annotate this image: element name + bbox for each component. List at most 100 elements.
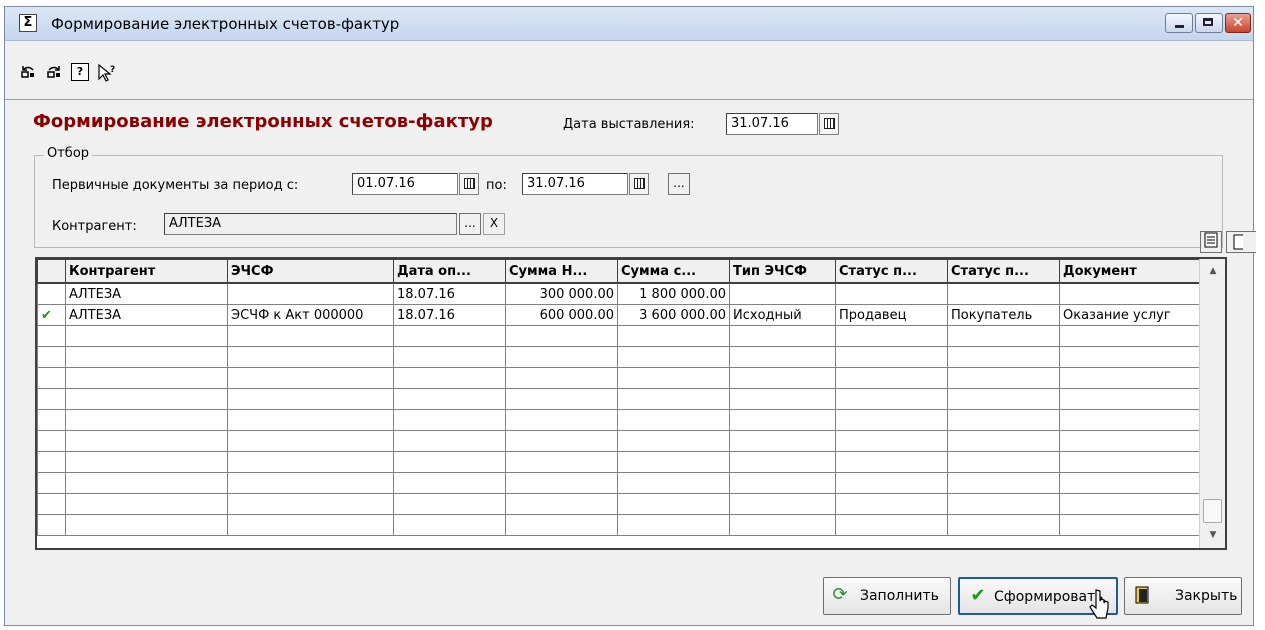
column-settings-icon[interactable] [1200,231,1222,253]
table-cell[interactable] [729,346,836,368]
table-cell[interactable] [505,388,618,410]
table-cell[interactable] [393,367,506,389]
table-cell[interactable] [37,493,66,515]
empty-table-row[interactable] [37,451,1200,473]
table-cell[interactable] [947,282,1060,305]
table-cell[interactable] [37,472,66,494]
counterparty-pick-button[interactable]: ... [459,213,481,235]
table-cell[interactable] [947,514,1060,536]
table-cell[interactable] [505,346,618,368]
table-cell[interactable] [393,325,506,347]
close-button[interactable]: Закрыть [1124,577,1242,615]
table-cell[interactable] [227,409,394,431]
table-cell[interactable] [1059,282,1200,305]
table-cell[interactable] [505,514,618,536]
column-header-select[interactable] [37,259,66,284]
table-cell[interactable] [617,325,730,347]
table-cell[interactable] [227,514,394,536]
table-cell[interactable] [505,325,618,347]
table-cell[interactable] [227,367,394,389]
table-cell[interactable] [617,451,730,473]
table-row[interactable]: ✔ АЛТЕЗА ЭСЧФ к Акт 000000 18.07.16 600 000.… [37,304,1200,326]
table-cell[interactable] [227,282,394,305]
counterparty-field[interactable]: АЛТЕЗА [164,213,457,235]
table-cell[interactable] [505,451,618,473]
table-cell[interactable]: Покупатель [947,304,1060,326]
undo-icon[interactable] [19,63,37,81]
table-cell[interactable] [1059,367,1200,389]
table-cell[interactable]: 3 600 000.00 [617,304,730,326]
table-cell[interactable] [227,325,394,347]
table-cell[interactable] [1059,514,1200,536]
table-cell[interactable] [729,367,836,389]
table-cell[interactable] [65,514,228,536]
column-header[interactable]: Документ [1059,259,1200,284]
date-from-calendar-button[interactable] [459,173,479,195]
table-cell[interactable] [729,514,836,536]
table-cell[interactable] [835,430,948,452]
table-cell[interactable] [835,388,948,410]
table-cell[interactable] [227,493,394,515]
table-cell[interactable] [227,388,394,410]
table-cell[interactable] [393,493,506,515]
context-help-icon[interactable]: ? [97,63,115,82]
counterparty-clear-button[interactable]: X [483,213,505,235]
table-cell[interactable]: АЛТЕЗА [65,282,228,305]
table-cell[interactable] [617,367,730,389]
period-select-button[interactable]: ... [668,173,690,195]
table-cell[interactable] [617,430,730,452]
table-cell[interactable] [65,430,228,452]
table-cell[interactable] [505,472,618,494]
table-cell[interactable] [37,451,66,473]
table-cell[interactable] [835,282,948,305]
empty-table-row[interactable] [37,325,1200,347]
table-cell[interactable] [835,409,948,431]
scroll-down-icon[interactable]: ▼ [1200,525,1226,545]
table-cell[interactable] [835,367,948,389]
empty-table-row[interactable] [37,493,1200,515]
table-cell[interactable] [729,388,836,410]
table-cell[interactable] [947,493,1060,515]
table-cell[interactable] [393,451,506,473]
table-cell[interactable] [617,514,730,536]
table-cell[interactable] [947,388,1060,410]
close-window-button[interactable]: ✕ [1225,13,1251,33]
table-cell[interactable] [37,325,66,347]
table-cell[interactable] [505,367,618,389]
table-cell[interactable]: АЛТЕЗА [65,304,228,326]
table-cell[interactable] [393,409,506,431]
table-cell[interactable] [835,325,948,347]
table-cell[interactable] [1059,346,1200,368]
table-cell[interactable] [617,493,730,515]
table-cell[interactable] [835,514,948,536]
table-cell[interactable]: 1 800 000.00 [617,282,730,305]
table-cell[interactable] [1059,388,1200,410]
table-cell[interactable] [947,409,1060,431]
table-cell[interactable] [65,451,228,473]
table-cell[interactable] [617,346,730,368]
table-cell[interactable] [835,451,948,473]
table-cell[interactable] [65,388,228,410]
table-cell[interactable] [1059,409,1200,431]
table-cell[interactable] [729,430,836,452]
table-cell[interactable]: Оказание услуг [1059,304,1200,326]
table-cell[interactable] [729,493,836,515]
minimize-button[interactable] [1165,13,1193,33]
issue-date-field[interactable]: 31.07.16 [726,113,818,135]
table-cell[interactable]: 18.07.16 [393,304,506,326]
table-cell[interactable] [617,409,730,431]
table-cell[interactable] [617,388,730,410]
table-cell[interactable]: 300 000.00 [505,282,618,305]
table-cell[interactable] [835,493,948,515]
grid-vertical-scrollbar[interactable]: ▲ ▼ [1199,259,1225,548]
table-cell[interactable] [37,430,66,452]
table-cell[interactable] [227,430,394,452]
empty-table-row[interactable] [37,472,1200,494]
table-cell[interactable] [65,346,228,368]
invoice-grid[interactable]: Контрагент ЭЧСФ Дата оп... Сумма Н... Сумма … [35,257,1227,550]
table-cell[interactable] [227,451,394,473]
table-cell[interactable]: Продавец [835,304,948,326]
table-cell[interactable] [227,472,394,494]
table-cell[interactable] [393,388,506,410]
table-cell[interactable]: 600 000.00 [505,304,618,326]
